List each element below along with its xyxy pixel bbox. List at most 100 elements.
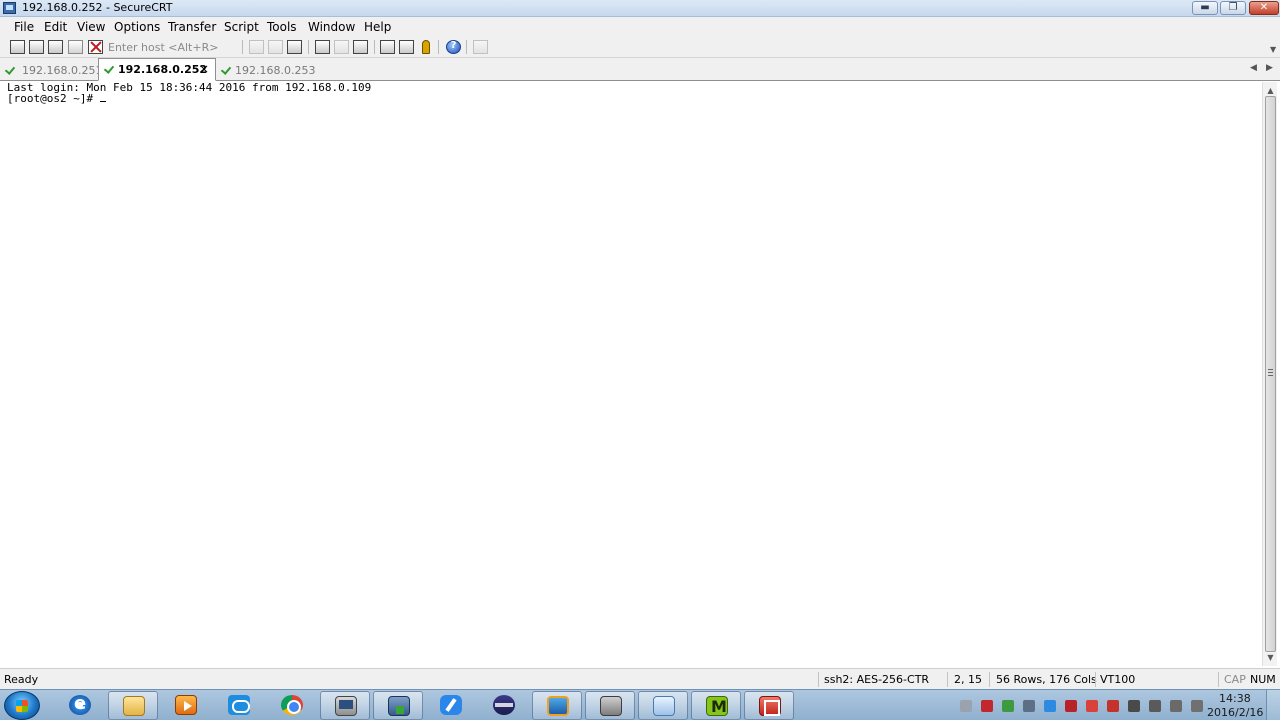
restore-icon: ❐: [1228, 2, 1238, 13]
maximize-button[interactable]: ❐: [1220, 1, 1246, 15]
securecrt-app-icon[interactable]: [3, 2, 16, 14]
status-terminal-size: 56 Rows, 176 Cols: [996, 673, 1097, 686]
taskbar-app-button[interactable]: [108, 691, 158, 720]
status-num-lock: NUM: [1250, 673, 1276, 686]
toolbar-separator: [438, 40, 439, 54]
global-options-icon[interactable]: [399, 40, 414, 54]
k-app-icon: [759, 696, 781, 716]
session-tab-strip: 192.168.0.251 192.168.0.252 × 192.168.0.…: [0, 58, 1280, 81]
tab-close-icon[interactable]: ×: [199, 62, 209, 76]
sftp-icon[interactable]: [473, 40, 488, 54]
tab-session-253[interactable]: 192.168.0.253: [216, 60, 316, 81]
scroll-down-icon[interactable]: ▼: [1265, 652, 1276, 663]
tray-icon[interactable]: [1170, 700, 1182, 712]
menu-tools[interactable]: Tools: [267, 20, 297, 34]
tray-icon[interactable]: [1065, 700, 1077, 712]
title-bar: 192.168.0.252 - SecureCRT ▬ ❐ ✕: [0, 0, 1280, 17]
clock-time[interactable]: 14:38: [1219, 692, 1251, 705]
keymap-icon[interactable]: [422, 40, 430, 54]
tray-icon[interactable]: [1086, 700, 1098, 712]
connect-in-tab-icon[interactable]: [48, 40, 63, 54]
toolbar-separator: [242, 40, 243, 54]
scroll-grip-icon: [1268, 369, 1273, 376]
copy-icon[interactable]: [249, 40, 264, 54]
eclipse-icon: [493, 695, 515, 715]
enter-host-input[interactable]: [106, 39, 238, 55]
print-selection-icon[interactable]: [334, 40, 349, 54]
tray-icon[interactable]: [960, 700, 972, 712]
menu-transfer[interactable]: Transfer: [168, 20, 216, 34]
status-emulation: VT100: [1100, 673, 1136, 686]
help-icon[interactable]: [446, 40, 461, 54]
virtualbox-icon: [547, 696, 569, 716]
clock-date[interactable]: 2016/2/16: [1207, 706, 1263, 719]
tray-icon[interactable]: [1002, 700, 1014, 712]
shell-prompt: [root@os2 ~]#: [7, 92, 100, 105]
tab-session-251[interactable]: 192.168.0.251: [0, 60, 102, 81]
quick-connect-icon[interactable]: [29, 40, 44, 54]
status-cursor-position: 2, 15: [954, 673, 982, 686]
taskbar-app-button[interactable]: [373, 691, 423, 720]
menu-edit[interactable]: Edit: [44, 20, 67, 34]
disconnect-icon[interactable]: [88, 40, 103, 54]
minimize-button[interactable]: ▬: [1192, 1, 1218, 15]
taskbar-app-button[interactable]: [426, 691, 476, 720]
taskbar-app-button[interactable]: [161, 691, 211, 720]
chrome-icon: [281, 695, 303, 715]
tray-icon[interactable]: [981, 700, 993, 712]
status-separator: [989, 672, 990, 687]
ie-icon: [69, 693, 91, 715]
status-separator: [1095, 672, 1096, 687]
printer-setup-icon[interactable]: [353, 40, 368, 54]
show-desktop-button[interactable]: [1266, 690, 1280, 720]
taskbar-app-button[interactable]: [638, 691, 688, 720]
menu-window[interactable]: Window: [308, 20, 355, 34]
tab-label: 192.168.0.253: [235, 64, 316, 77]
taskbar-app-button[interactable]: [691, 691, 741, 720]
session-options-icon[interactable]: [380, 40, 395, 54]
tray-icon[interactable]: [1107, 700, 1119, 712]
taskbar-app-button[interactable]: [267, 691, 317, 720]
toolbar-overflow-chevron-icon[interactable]: ▼: [1270, 45, 1276, 54]
print-icon[interactable]: [315, 40, 330, 54]
tab-scroll-left-icon[interactable]: ◀: [1250, 63, 1257, 73]
tray-icon[interactable]: [1149, 700, 1161, 712]
menu-script[interactable]: Script: [224, 20, 259, 34]
taskbar-app-button[interactable]: [214, 691, 264, 720]
close-button[interactable]: ✕: [1249, 1, 1279, 15]
taskbar-app-button[interactable]: [585, 691, 635, 720]
scroll-thumb[interactable]: [1265, 96, 1276, 652]
taskbar-app-button[interactable]: [532, 691, 582, 720]
tray-icon[interactable]: [1191, 700, 1203, 712]
tray-icon[interactable]: [1128, 700, 1140, 712]
scroll-up-icon[interactable]: ▲: [1265, 85, 1276, 96]
connect-icon[interactable]: [10, 40, 25, 54]
menu-file[interactable]: File: [14, 20, 34, 34]
windows-taskbar: 14:38 2016/2/16: [0, 689, 1280, 720]
menu-help[interactable]: Help: [364, 20, 391, 34]
taskbar-app-button[interactable]: [320, 691, 370, 720]
media-player-icon: [175, 695, 197, 715]
cloud-sync-icon: [228, 695, 250, 715]
tab-label: 192.168.0.252: [118, 63, 208, 76]
tray-icon[interactable]: [1044, 700, 1056, 712]
network-lock-icon: [388, 696, 410, 716]
find-icon[interactable]: [287, 40, 302, 54]
menu-options[interactable]: Options: [114, 20, 160, 34]
vertical-scrollbar[interactable]: ▲ ▼: [1262, 82, 1277, 666]
menu-view[interactable]: View: [77, 20, 105, 34]
taskbar-app-button[interactable]: [55, 691, 105, 720]
tab-session-252[interactable]: 192.168.0.252 ×: [98, 58, 216, 81]
connected-check-icon: [105, 63, 116, 71]
terminal-area[interactable]: Last login: Mon Feb 15 18:36:44 2016 fro…: [4, 82, 1261, 666]
tray-icon[interactable]: [1023, 700, 1035, 712]
reconnect-icon[interactable]: [68, 40, 83, 54]
start-button[interactable]: [4, 691, 40, 720]
taskbar-app-button[interactable]: [479, 691, 529, 720]
tab-scroll-right-icon[interactable]: ▶: [1266, 63, 1273, 73]
close-icon: ✕: [1259, 2, 1269, 13]
taskbar-app-button[interactable]: [744, 691, 794, 720]
paste-icon[interactable]: [268, 40, 283, 54]
network-app-icon: [653, 696, 675, 716]
status-caps-lock: CAP: [1224, 673, 1246, 686]
